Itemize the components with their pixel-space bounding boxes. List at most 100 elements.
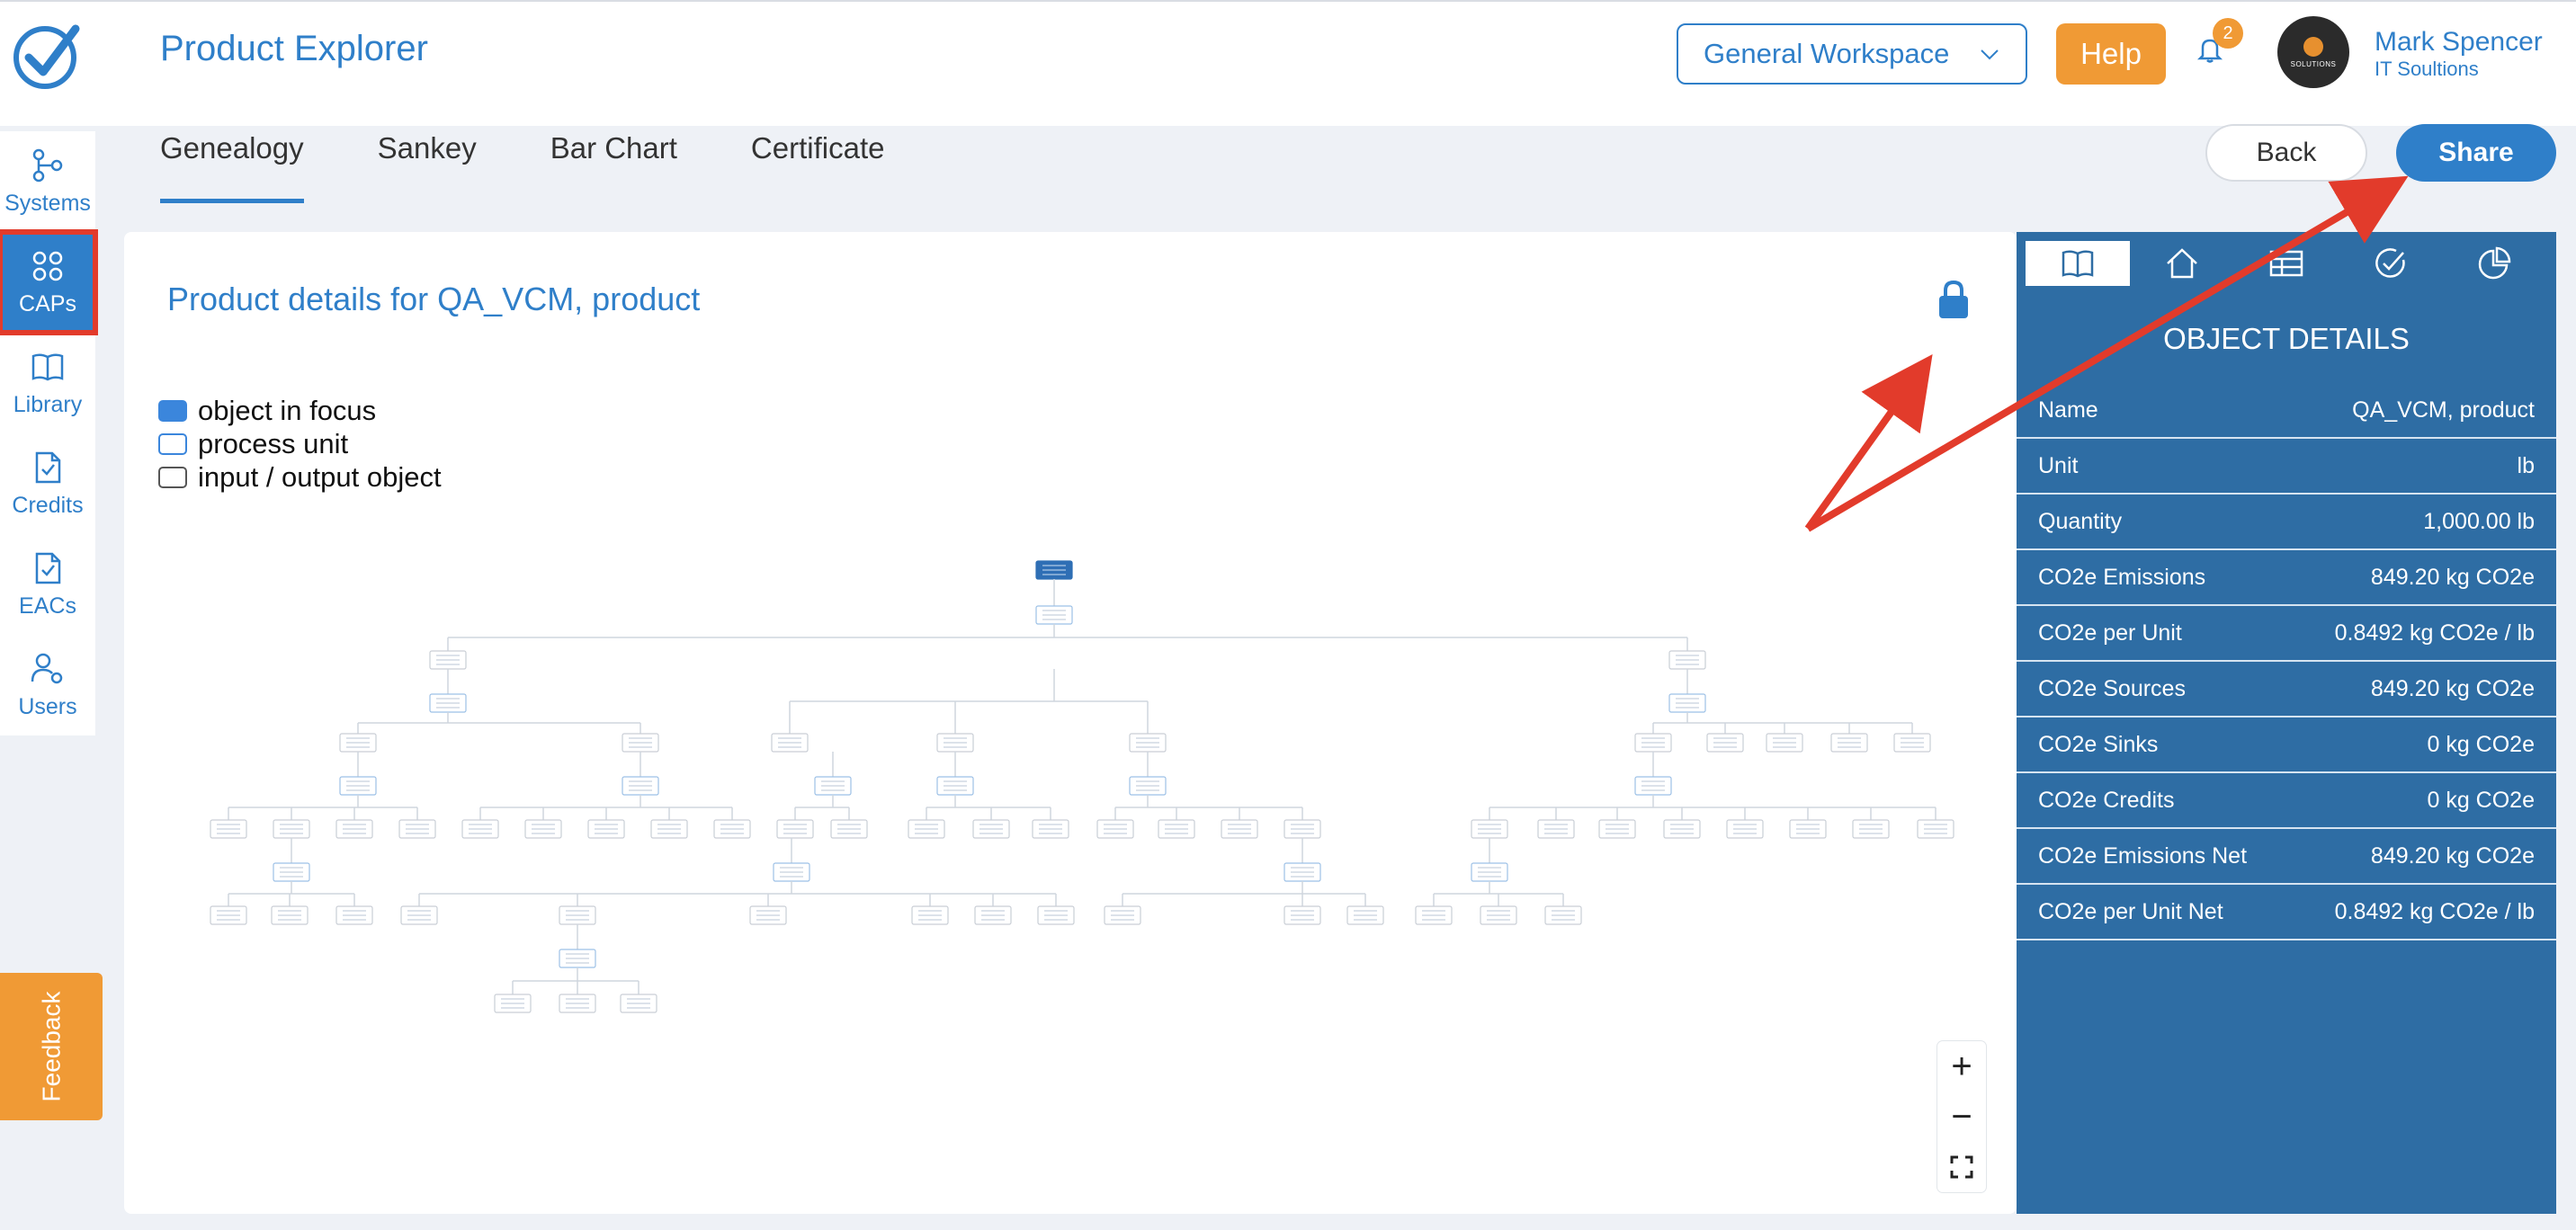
sidebar-item-users[interactable]: Users [0, 635, 95, 735]
tree-node-process[interactable] [936, 776, 974, 796]
tree-node[interactable] [1726, 819, 1764, 839]
tree-node[interactable] [271, 905, 309, 925]
tree-node[interactable] [749, 905, 787, 925]
tree-node[interactable] [1346, 905, 1384, 925]
tree-node[interactable] [559, 994, 596, 1013]
tree-node[interactable] [1158, 819, 1195, 839]
tab-certificate[interactable]: Certificate [751, 126, 885, 203]
zoom-in-button[interactable]: + [1937, 1041, 1986, 1092]
tree-node[interactable] [1284, 905, 1321, 925]
tree-node[interactable] [273, 819, 310, 839]
tree-node[interactable] [1221, 819, 1258, 839]
tab-bar-chart[interactable]: Bar Chart [550, 126, 677, 203]
tree-node[interactable] [1037, 905, 1075, 925]
details-tab-home[interactable] [2130, 241, 2234, 286]
tree-node-process[interactable] [1471, 862, 1508, 882]
tree-node[interactable] [587, 819, 625, 839]
sidebar-item-library[interactable]: Library [0, 333, 95, 433]
tree-node[interactable] [936, 733, 974, 753]
tree-node[interactable] [1096, 819, 1134, 839]
tree-node[interactable] [1917, 819, 1954, 839]
share-button[interactable]: Share [2396, 124, 2556, 182]
tree-node-process[interactable] [339, 776, 377, 796]
sidebar-item-systems[interactable]: Systems [0, 131, 95, 232]
tree-node[interactable] [461, 819, 499, 839]
details-tab-table[interactable] [2234, 241, 2339, 286]
tree-node[interactable] [335, 905, 373, 925]
tree-node-process[interactable] [1668, 693, 1706, 713]
workspace-select-value: General Workspace [1704, 38, 1950, 69]
tree-node[interactable] [1634, 733, 1672, 753]
tree-node[interactable] [908, 819, 945, 839]
tree-node[interactable] [400, 905, 438, 925]
tree-node-process[interactable] [429, 693, 467, 713]
tree-node[interactable] [1415, 905, 1453, 925]
tree-node[interactable] [1706, 733, 1744, 753]
fit-screen-button[interactable] [1937, 1142, 1986, 1192]
tree-node[interactable] [339, 733, 377, 753]
tree-node[interactable] [1544, 905, 1582, 925]
tree-node[interactable] [1668, 650, 1706, 670]
tree-node-process[interactable] [273, 862, 310, 882]
tree-node[interactable] [974, 905, 1012, 925]
tree-node-process[interactable] [1035, 605, 1073, 625]
genealogy-tree[interactable] [124, 232, 2017, 1214]
tree-node[interactable] [1766, 733, 1803, 753]
tree-node[interactable] [1830, 733, 1868, 753]
tree-node-process[interactable] [773, 862, 810, 882]
tree-node-process[interactable] [1284, 862, 1321, 882]
workspace-select[interactable]: General Workspace [1677, 23, 2027, 85]
tree-node[interactable] [1129, 733, 1167, 753]
tree-node-process[interactable] [559, 949, 596, 968]
tree-node-process[interactable] [1129, 776, 1167, 796]
tree-node[interactable] [830, 819, 868, 839]
tree-node[interactable] [1852, 819, 1890, 839]
details-tab-info[interactable] [2026, 241, 2130, 286]
tree-node[interactable] [1480, 905, 1517, 925]
tree-node[interactable] [398, 819, 436, 839]
tree-node[interactable] [429, 650, 467, 670]
tree-node[interactable] [1284, 819, 1321, 839]
tree-node[interactable] [524, 819, 562, 839]
details-tab-verify[interactable] [2339, 241, 2443, 286]
tree-node[interactable] [713, 819, 751, 839]
tree-node[interactable] [622, 733, 659, 753]
tree-node[interactable] [1598, 819, 1636, 839]
tree-node[interactable] [972, 819, 1010, 839]
tree-node[interactable] [210, 905, 247, 925]
feedback-tab[interactable]: Feedback [0, 973, 103, 1120]
tree-node[interactable] [620, 994, 657, 1013]
tree-node[interactable] [650, 819, 688, 839]
sidebar-item-caps[interactable]: CAPs [0, 229, 98, 335]
details-tab-chart[interactable] [2443, 241, 2547, 286]
tree-node[interactable] [559, 905, 596, 925]
sidebar-item-eacs[interactable]: EACs [0, 534, 95, 635]
tree-node[interactable] [771, 733, 809, 753]
tree-node[interactable] [911, 905, 949, 925]
tree-node-process[interactable] [622, 776, 659, 796]
zoom-out-button[interactable]: − [1937, 1092, 1986, 1142]
avatar[interactable]: SOLUTIONS [2277, 16, 2349, 88]
tree-node[interactable] [1789, 819, 1827, 839]
tree-node-focus[interactable] [1035, 560, 1073, 580]
tree-node[interactable] [1471, 819, 1508, 839]
sidebar-item-credits[interactable]: Credits [0, 433, 95, 534]
user-name[interactable]: Mark Spencer [2375, 27, 2543, 58]
tree-node[interactable] [1032, 819, 1069, 839]
tree-node[interactable] [1537, 819, 1575, 839]
tree-node-process[interactable] [814, 776, 852, 796]
tree-node-process[interactable] [1634, 776, 1672, 796]
tree-node[interactable] [1663, 819, 1701, 839]
tree-node[interactable] [335, 819, 373, 839]
tree-node[interactable] [494, 994, 532, 1013]
tree-node[interactable] [1104, 905, 1141, 925]
tree-node[interactable] [776, 819, 814, 839]
back-button[interactable]: Back [2205, 124, 2367, 182]
tree-node[interactable] [210, 819, 247, 839]
tab-sankey[interactable]: Sankey [378, 126, 477, 203]
detail-label: CO2e Sinks [2038, 731, 2159, 757]
tab-genealogy[interactable]: Genealogy [160, 126, 304, 203]
app-logo-icon[interactable] [9, 18, 85, 94]
help-button[interactable]: Help [2056, 23, 2166, 85]
tree-node[interactable] [1893, 733, 1931, 753]
